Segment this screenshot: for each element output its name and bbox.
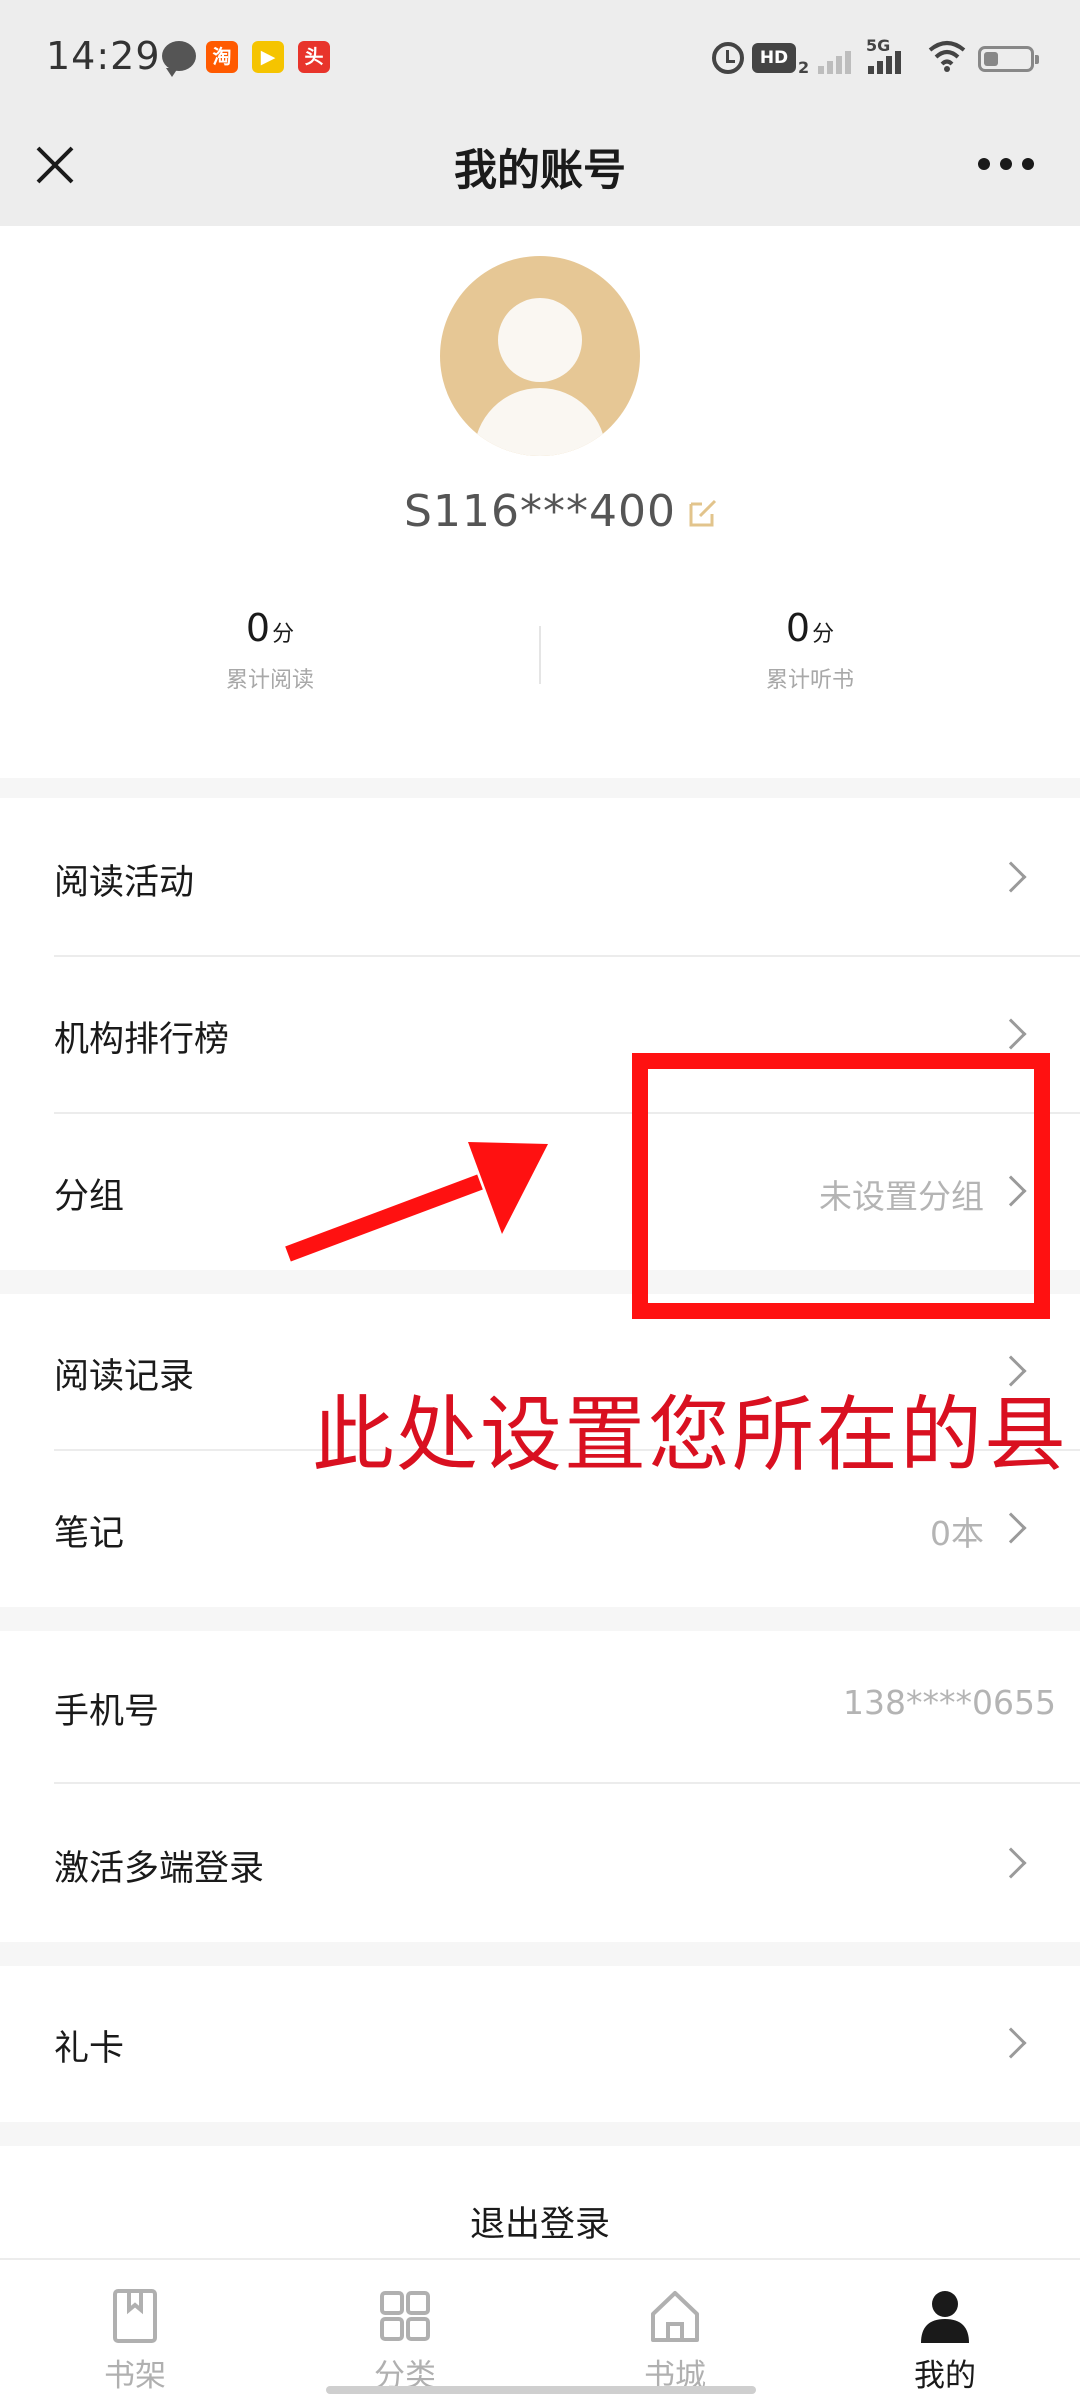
- tab-label: 书架: [104, 2358, 166, 2394]
- news-app-icon: 头: [298, 41, 330, 73]
- tab-bookshelf[interactable]: 书架: [0, 2260, 270, 2400]
- menu-item-label: 分组: [54, 1177, 125, 1217]
- tab-bar: 书架 分类 书城 我的: [0, 2258, 1080, 2400]
- section-gap: [0, 778, 1080, 798]
- hd-sub-label: 2: [798, 58, 810, 77]
- stat-reading-value: 0: [245, 606, 271, 650]
- alarm-icon: [712, 42, 744, 74]
- menu-item-label: 笔记: [54, 1514, 125, 1554]
- stat-listening-label: 累计听书: [765, 668, 854, 693]
- wifi-icon: [928, 41, 966, 72]
- stat-reading: 0分 累计阅读: [120, 606, 420, 694]
- menu-item-gift-card[interactable]: 礼卡: [0, 1966, 1080, 2122]
- hd-voice-icon: HD: [752, 43, 796, 73]
- edit-icon[interactable]: [688, 498, 718, 528]
- logout-button[interactable]: 退出登录: [0, 2196, 1080, 2247]
- tab-category[interactable]: 分类: [270, 2260, 540, 2400]
- stat-reading-label: 累计阅读: [225, 668, 314, 693]
- annotation-text: 此处设置您所在的县: [312, 1388, 1069, 1483]
- menu-item-multi-login[interactable]: 激活多端登录: [0, 1784, 1080, 1942]
- tab-mine[interactable]: 我的: [810, 2260, 1080, 2400]
- taobao-icon: 淘: [206, 41, 238, 73]
- signal-sim2-icon: [868, 46, 901, 86]
- menu-item-phone[interactable]: 手机号 138****0655: [0, 1631, 1080, 1783]
- menu-item-label: 阅读记录: [54, 1357, 195, 1397]
- battery-icon: [978, 46, 1039, 72]
- chevron-right-icon: [995, 1847, 1027, 1879]
- stat-divider: [539, 626, 541, 684]
- menu-item-label: 机构排行榜: [54, 1020, 230, 1060]
- chevron-right-icon: [995, 1018, 1027, 1050]
- stat-listening-value: 0: [785, 606, 811, 650]
- menu-item-label: 礼卡: [54, 2029, 125, 2069]
- chevron-right-icon: [995, 861, 1027, 893]
- video-app-icon: ▶: [252, 41, 284, 73]
- stat-listening-unit: 分: [812, 622, 835, 647]
- more-options-icon[interactable]: [978, 158, 1034, 174]
- chevron-right-icon: [995, 1512, 1027, 1544]
- bookstore-home-icon: [651, 2291, 699, 2342]
- profile-section: S116***400 0分 累计阅读 0分 累计听书: [0, 226, 1080, 778]
- username-row: S116***400: [0, 486, 1080, 537]
- status-bar: 14:29 淘 ▶ 头 HD 2 5G: [0, 0, 1080, 114]
- status-time: 14:29: [46, 34, 161, 78]
- section-gap: [0, 1607, 1080, 1631]
- annotation-arrow-icon: [285, 1142, 548, 1262]
- section-gap: [0, 1942, 1080, 1966]
- annotation-highlight-box: [632, 1053, 1050, 1319]
- notes-count: 0本: [930, 1514, 984, 1553]
- category-grid-icon: [380, 2291, 430, 2341]
- tab-bookstore[interactable]: 书城: [540, 2260, 810, 2400]
- menu-item-reading-activity[interactable]: 阅读活动: [0, 798, 1080, 956]
- stat-reading-unit: 分: [272, 622, 295, 647]
- bookshelf-icon: [113, 2289, 157, 2343]
- menu-item-label: 阅读活动: [54, 863, 195, 903]
- avatar[interactable]: [440, 256, 640, 456]
- stat-listening: 0分 累计听书: [660, 606, 960, 694]
- chevron-right-icon: [995, 2027, 1027, 2059]
- menu-item-label: 激活多端登录: [54, 1849, 265, 1889]
- username: S116***400: [404, 486, 676, 537]
- tab-label: 我的: [914, 2358, 976, 2394]
- nav-bar: 我的账号: [0, 114, 1080, 226]
- chat-bubble-icon: [162, 41, 196, 77]
- page-title: 我的账号: [454, 146, 626, 196]
- home-indicator[interactable]: [326, 2386, 756, 2394]
- phone-number: 138****0655: [843, 1683, 1056, 1722]
- section-gap: [0, 2122, 1080, 2146]
- signal-sim1-icon: [818, 46, 851, 86]
- profile-person-icon: [921, 2291, 969, 2343]
- menu-item-label: 手机号: [54, 1692, 160, 1732]
